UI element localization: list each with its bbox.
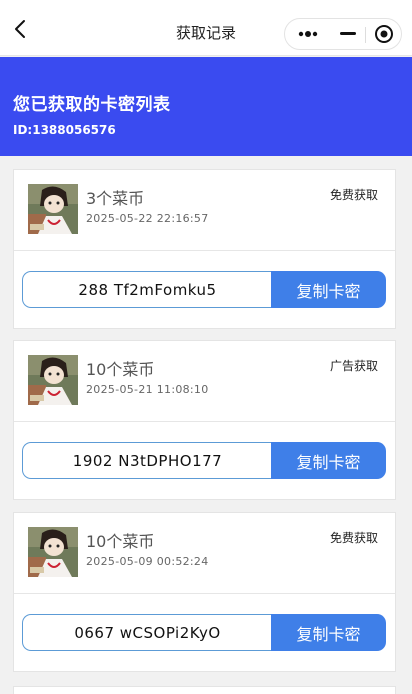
record-source: 免费获取 xyxy=(329,188,378,202)
record-amount: 10个菜币 xyxy=(86,532,155,551)
capsule-divider xyxy=(365,27,366,43)
close-circle-icon[interactable] xyxy=(367,19,401,49)
card-code-field[interactable]: 288 Tf2mFomku5 xyxy=(22,271,272,308)
record-source: 广告获取 xyxy=(329,359,378,373)
header-banner: 您已获取的卡密列表 ID:1388056576 xyxy=(0,57,412,156)
copy-code-button[interactable]: 复制卡密 xyxy=(271,442,386,479)
record-card: 10个菜币 2025-05-09 00:52:24 免费获取 0667 wCSO… xyxy=(13,512,396,672)
record-time: 2025-05-21 11:08:10 xyxy=(86,383,209,396)
avatar xyxy=(28,527,78,577)
divider xyxy=(14,421,395,422)
mini-program-capsule xyxy=(284,18,402,50)
record-amount: 10个菜币 xyxy=(86,360,155,379)
record-card: 3个菜币 2025-05-22 22:16:57 免费获取 288 Tf2mFo… xyxy=(13,169,396,329)
more-dots-icon[interactable] xyxy=(285,19,331,49)
avatar xyxy=(28,184,78,234)
header-title: 您已获取的卡密列表 xyxy=(13,95,171,115)
user-id: ID:1388056576 xyxy=(13,123,116,137)
record-card-partial xyxy=(13,686,396,694)
divider xyxy=(14,593,395,594)
divider xyxy=(14,250,395,251)
record-source: 免费获取 xyxy=(329,531,378,545)
record-time: 2025-05-22 22:16:57 xyxy=(86,212,209,225)
card-code-field[interactable]: 1902 N3tDPHO177 xyxy=(22,442,272,479)
record-amount: 3个菜币 xyxy=(86,189,145,208)
record-card: 10个菜币 2025-05-21 11:08:10 广告获取 1902 N3tD… xyxy=(13,340,396,500)
record-time: 2025-05-09 00:52:24 xyxy=(86,555,209,568)
copy-code-button[interactable]: 复制卡密 xyxy=(271,271,386,308)
minimize-icon[interactable] xyxy=(331,19,365,49)
avatar xyxy=(28,355,78,405)
navigation-bar: 获取记录 xyxy=(0,0,412,56)
card-code-field[interactable]: 0667 wCSOPi2KyO xyxy=(22,614,272,651)
copy-code-button[interactable]: 复制卡密 xyxy=(271,614,386,651)
